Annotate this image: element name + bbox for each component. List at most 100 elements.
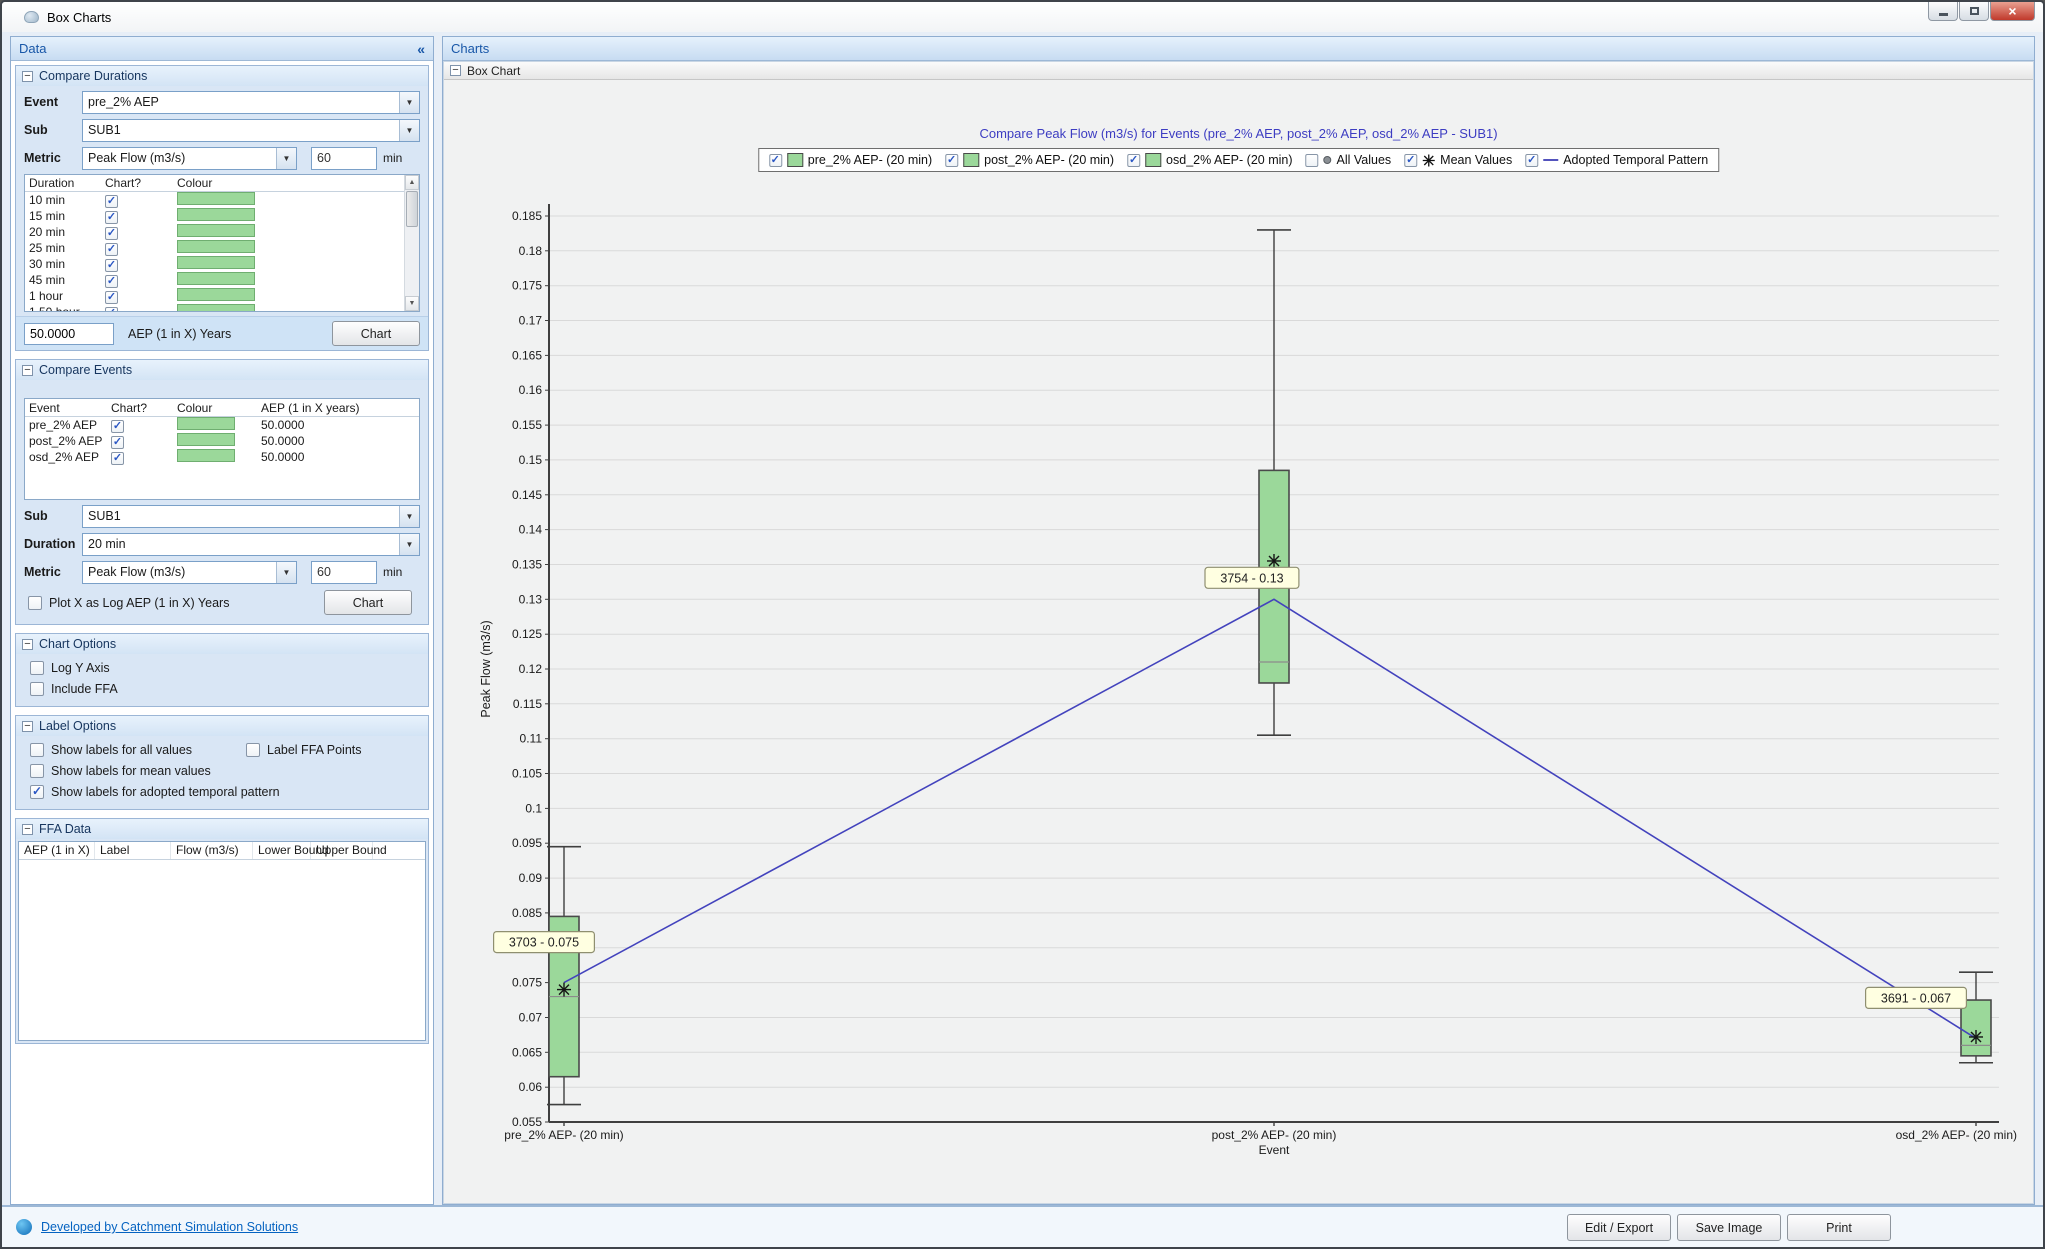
duration-chart-checkbox[interactable]	[105, 227, 118, 240]
durations-chart-button[interactable]: Chart	[332, 321, 420, 346]
duration-colour-swatch[interactable]	[177, 192, 255, 205]
aep-years-input[interactable]	[24, 323, 114, 345]
duration-row[interactable]: 1 hour	[25, 288, 419, 304]
legend-checkbox[interactable]	[945, 154, 958, 167]
labels-mean-values-checkbox[interactable]	[30, 764, 44, 778]
ffa-data-section: FFA Data AEP (1 in X)LabelFlow (m3/s)Low…	[15, 818, 429, 1044]
duration-chart-checkbox[interactable]	[105, 195, 118, 208]
data-panel-title: Data	[19, 41, 46, 56]
duration-row[interactable]: 10 min	[25, 192, 419, 208]
duration-colour-swatch[interactable]	[177, 240, 255, 253]
event-name: osd_2% AEP	[25, 450, 107, 464]
minimize-icon	[1939, 13, 1948, 16]
collapse-section-icon[interactable]	[22, 721, 33, 732]
legend-checkbox[interactable]	[769, 154, 782, 167]
svg-text:0.135: 0.135	[512, 558, 542, 572]
maximize-button[interactable]	[1959, 2, 1989, 21]
duration-row[interactable]: 30 min	[25, 256, 419, 272]
duration-colour-swatch[interactable]	[177, 208, 255, 221]
legend-checkbox[interactable]	[1404, 154, 1417, 167]
collapse-section-icon[interactable]	[22, 639, 33, 650]
plot-x-log-label: Plot X as Log AEP (1 in X) Years	[49, 596, 229, 610]
event-select[interactable]: pre_2% AEP	[82, 91, 420, 114]
events-sub-select[interactable]: SUB1	[82, 505, 420, 528]
panel-splitter[interactable]	[434, 36, 442, 1205]
scroll-down-icon[interactable]: ▼	[405, 296, 419, 311]
duration-chart-checkbox[interactable]	[105, 275, 118, 288]
label-ffa-points-checkbox[interactable]	[246, 743, 260, 757]
scroll-up-icon[interactable]: ▲	[405, 175, 419, 190]
collapse-panel-button[interactable]: «	[417, 41, 425, 57]
event-row[interactable]: post_2% AEP50.0000	[25, 433, 419, 449]
event-colour-swatch[interactable]	[177, 417, 235, 430]
event-chart-checkbox[interactable]	[111, 436, 124, 449]
duration-column-header: Duration	[25, 176, 101, 190]
box-chart-frame: Box Chart Compare Peak Flow (m3/s) for E…	[443, 61, 2034, 1204]
chevron-down-icon[interactable]	[399, 120, 419, 141]
duration-table-scrollbar[interactable]: ▲ ▼	[404, 175, 419, 311]
save-image-button[interactable]: Save Image	[1677, 1214, 1781, 1241]
metric-label: Metric	[24, 151, 82, 165]
collapse-section-icon[interactable]	[450, 65, 461, 76]
chevron-down-icon[interactable]	[399, 506, 419, 527]
event-chart-checkbox[interactable]	[111, 452, 124, 465]
event-row[interactable]: osd_2% AEP50.0000	[25, 449, 419, 465]
duration-chart-checkbox[interactable]	[105, 291, 118, 304]
plot-x-log-checkbox[interactable]	[28, 596, 42, 610]
labels-adopted-pattern-checkbox[interactable]	[30, 785, 44, 799]
minimize-button[interactable]	[1928, 2, 1958, 21]
metric-minutes-input[interactable]	[311, 147, 377, 170]
metric-select[interactable]: Peak Flow (m3/s)	[82, 147, 297, 170]
legend-checkbox[interactable]	[1525, 154, 1538, 167]
compare-events-section: Compare Events EventChart?ColourAEP (1 i…	[15, 359, 429, 625]
duration-colour-swatch[interactable]	[177, 288, 255, 301]
event-chart-checkbox[interactable]	[111, 420, 124, 433]
collapse-section-icon[interactable]	[22, 71, 33, 82]
sub-label: Sub	[24, 509, 82, 523]
duration-chart-checkbox[interactable]	[105, 259, 118, 272]
developer-link[interactable]: Developed by Catchment Simulation Soluti…	[41, 1220, 298, 1234]
duration-colour-swatch[interactable]	[177, 272, 255, 285]
events-duration-select[interactable]: 20 min	[82, 533, 420, 556]
chevron-down-icon[interactable]	[399, 92, 419, 113]
event-row[interactable]: pre_2% AEP50.0000	[25, 417, 419, 433]
duration-chart-checkbox[interactable]	[105, 307, 118, 313]
duration-column-header: Chart?	[101, 176, 173, 190]
event-label: Event	[24, 95, 82, 109]
duration-row[interactable]: 25 min	[25, 240, 419, 256]
events-metric-minutes-input[interactable]	[311, 561, 377, 584]
labels-all-values-checkbox[interactable]	[30, 743, 44, 757]
legend-checkbox[interactable]	[1127, 154, 1140, 167]
window-title: Box Charts	[47, 10, 111, 25]
chevron-down-icon[interactable]	[276, 562, 296, 583]
edit-export-button[interactable]: Edit / Export	[1567, 1214, 1671, 1241]
scrollbar-thumb[interactable]	[406, 191, 418, 227]
duration-row[interactable]: 1.50 hour	[25, 304, 419, 312]
legend-checkbox[interactable]	[1306, 154, 1319, 167]
event-colour-swatch[interactable]	[177, 449, 235, 462]
events-metric-select[interactable]: Peak Flow (m3/s)	[82, 561, 297, 584]
log-y-axis-checkbox[interactable]	[30, 661, 44, 675]
duration-colour-swatch[interactable]	[177, 304, 255, 312]
duration-row[interactable]: 45 min	[25, 272, 419, 288]
duration-chart-checkbox[interactable]	[105, 211, 118, 224]
event-colour-swatch[interactable]	[177, 433, 235, 446]
legend-dot-icon	[1324, 156, 1332, 164]
duration-colour-swatch[interactable]	[177, 224, 255, 237]
duration-colour-swatch[interactable]	[177, 256, 255, 269]
print-button[interactable]: Print	[1787, 1214, 1891, 1241]
svg-text:post_2% AEP- (20 min): post_2% AEP- (20 min)	[1212, 1128, 1337, 1142]
events-chart-button[interactable]: Chart	[324, 590, 412, 615]
atp-annotation: 3691 - 0.067	[1866, 987, 1967, 1008]
collapse-section-icon[interactable]	[22, 824, 33, 835]
maximize-icon	[1970, 7, 1979, 15]
duration-row[interactable]: 15 min	[25, 208, 419, 224]
sub-select[interactable]: SUB1	[82, 119, 420, 142]
collapse-section-icon[interactable]	[22, 365, 33, 376]
duration-chart-checkbox[interactable]	[105, 243, 118, 256]
chevron-down-icon[interactable]	[399, 534, 419, 555]
close-button[interactable]: ×	[1990, 2, 2035, 21]
chevron-down-icon[interactable]	[276, 148, 296, 169]
duration-row[interactable]: 20 min	[25, 224, 419, 240]
include-ffa-checkbox[interactable]	[30, 682, 44, 696]
